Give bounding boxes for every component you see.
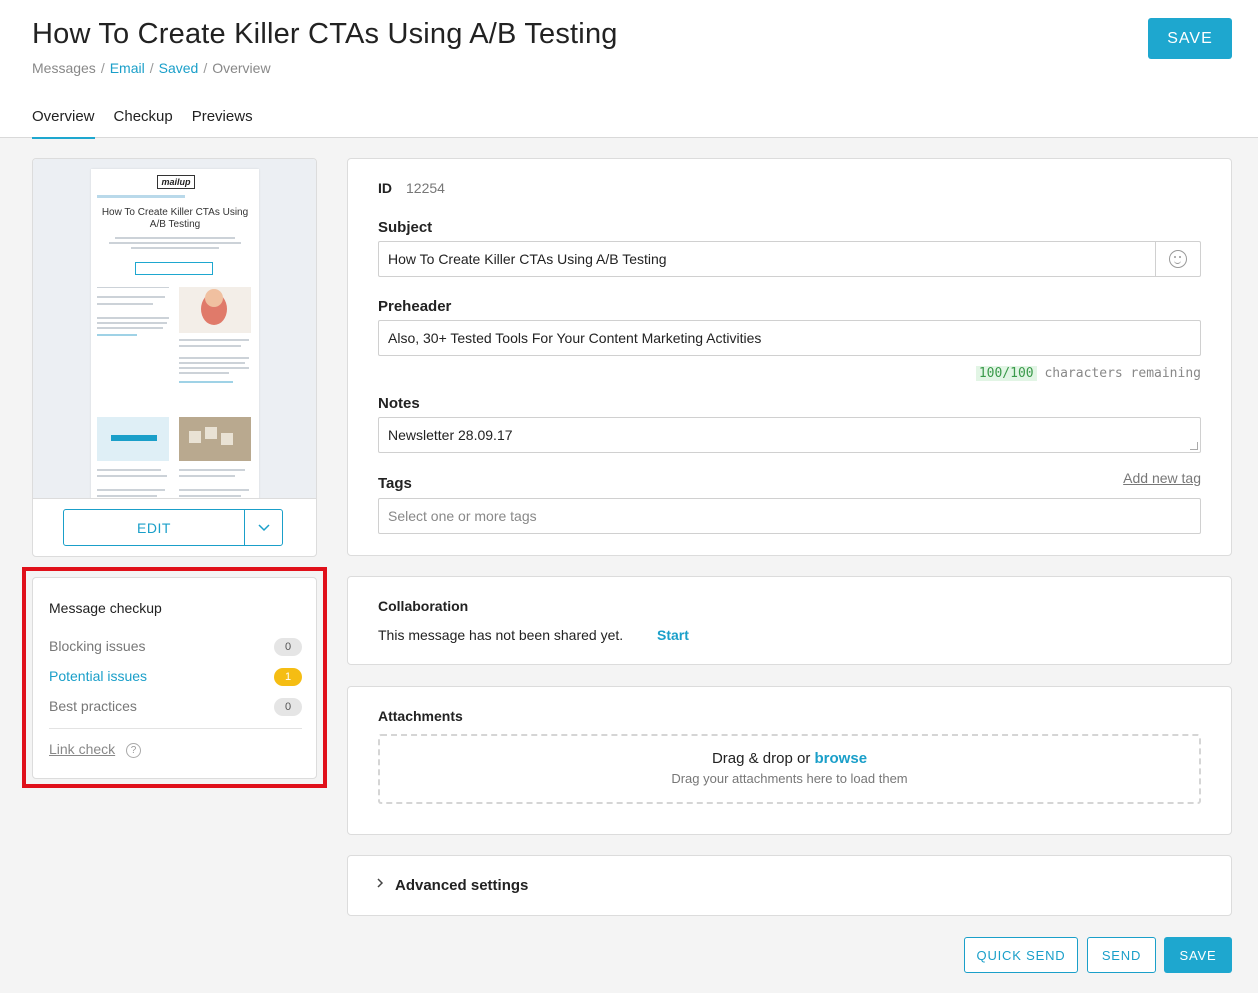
preview-cta-icon <box>135 262 213 275</box>
attachments-card: Attachments Drag & drop or browse Drag y… <box>347 686 1232 835</box>
preview-card: mailup How To Create Killer CTAs Using A… <box>32 158 317 557</box>
dropzone-main-text: Drag & drop or browse <box>380 750 1199 767</box>
edit-dropdown-button[interactable] <box>244 509 283 546</box>
chevron-down-icon <box>257 524 270 532</box>
id-label: ID <box>378 180 392 196</box>
subject-field[interactable]: How To Create Killer CTAs Using A/B Test… <box>378 241 1201 277</box>
browse-link[interactable]: browse <box>815 750 868 767</box>
email-preview-thumbnail[interactable]: mailup How To Create Killer CTAs Using A… <box>33 159 316 499</box>
warning-badge: 1 <box>274 668 302 686</box>
emoji-picker-button[interactable] <box>1155 242 1200 276</box>
tab-checkup[interactable]: Checkup <box>114 108 173 139</box>
leadsbridge-logo-icon <box>97 417 169 461</box>
collaboration-title: Collaboration <box>378 598 469 614</box>
breadcrumb-separator: / <box>149 60 154 76</box>
page-title: How To Create Killer CTAs Using A/B Test… <box>32 18 618 50</box>
start-collaboration-link[interactable]: Start <box>657 627 689 643</box>
characters-text: characters remaining <box>1044 366 1201 381</box>
breadcrumb-email[interactable]: Email <box>110 60 145 76</box>
divider <box>49 728 302 729</box>
tags-label: Tags <box>378 475 412 492</box>
checkup-title: Message checkup <box>49 600 162 616</box>
breadcrumb-overview: Overview <box>212 60 271 76</box>
notes-label: Notes <box>378 395 420 412</box>
checkup-item-label: Blocking issues <box>49 638 146 654</box>
advanced-settings-label: Advanced settings <box>395 877 529 894</box>
edit-button[interactable]: EDIT <box>63 509 245 546</box>
smiley-icon <box>1169 250 1187 268</box>
add-new-tag-link[interactable]: Add new tag <box>1123 470 1201 486</box>
checkup-potential-issues[interactable]: Potential issues 1 <box>49 666 302 688</box>
breadcrumb-saved[interactable]: Saved <box>159 60 199 76</box>
notes-textarea[interactable]: Newsletter 28.09.17 <box>378 417 1201 453</box>
tab-overview[interactable]: Overview <box>32 108 95 139</box>
attachments-title: Attachments <box>378 708 463 724</box>
message-checkup-panel: Message checkup Blocking issues 0 Potent… <box>32 577 317 779</box>
message-details-card: ID 12254 Subject How To Create Killer CT… <box>347 158 1232 556</box>
tags-placeholder: Select one or more tags <box>388 508 537 524</box>
save-button-bottom[interactable]: SAVE <box>1164 937 1232 973</box>
tab-previews[interactable]: Previews <box>192 108 253 139</box>
dropzone-text: Drag & drop or <box>711 750 811 767</box>
subject-value: How To Create Killer CTAs Using A/B Test… <box>388 251 667 267</box>
collaboration-status: This message has not been shared yet. <box>378 627 624 643</box>
checkup-best-practices[interactable]: Best practices 0 <box>49 696 302 718</box>
advanced-settings-toggle[interactable]: Advanced settings <box>347 855 1232 916</box>
preview-photo-icon <box>179 287 251 333</box>
collaboration-card: Collaboration This message has not been … <box>347 576 1232 665</box>
count-badge: 0 <box>274 698 302 716</box>
attachment-dropzone[interactable]: Drag & drop or browse Drag your attachme… <box>378 734 1201 804</box>
id-value: 12254 <box>406 180 445 196</box>
send-button[interactable]: SEND <box>1087 937 1156 973</box>
tags-select[interactable]: Select one or more tags <box>378 498 1201 534</box>
mailup-logo-icon: mailup <box>157 175 195 189</box>
breadcrumb-messages[interactable]: Messages <box>32 60 96 76</box>
preview-tiles-icon <box>179 417 251 461</box>
quick-send-button[interactable]: QUICK SEND <box>964 937 1078 973</box>
resize-handle-icon[interactable] <box>1190 442 1198 450</box>
subject-label: Subject <box>378 219 433 236</box>
help-icon[interactable]: ? <box>126 743 141 758</box>
save-button-top[interactable]: SAVE <box>1148 18 1232 59</box>
breadcrumb-separator: / <box>203 60 208 76</box>
checkup-item-label: Potential issues <box>49 668 148 684</box>
count-badge: 0 <box>274 638 302 656</box>
breadcrumb-separator: / <box>100 60 105 76</box>
tab-bar: Overview Checkup Previews <box>32 108 272 139</box>
dropzone-subtext: Drag your attachments here to load them <box>671 771 908 786</box>
characters-count: 100/100 <box>975 366 1037 381</box>
notes-value: Newsletter 28.09.17 <box>388 427 513 443</box>
link-check-link[interactable]: Link check <box>49 741 115 757</box>
checkup-item-label: Best practices <box>49 698 137 714</box>
characters-remaining: 100/100 characters remaining <box>975 366 1201 381</box>
checkup-blocking-issues[interactable]: Blocking issues 0 <box>49 636 302 658</box>
preview-heading: How To Create Killer CTAs Using A/B Test… <box>101 207 249 230</box>
preheader-label: Preheader <box>378 298 452 315</box>
preheader-field[interactable]: Also, 30+ Tested Tools For Your Content … <box>378 320 1201 356</box>
page-header: How To Create Killer CTAs Using A/B Test… <box>0 0 1258 139</box>
preheader-value: Also, 30+ Tested Tools For Your Content … <box>388 330 762 346</box>
breadcrumb: Messages / Email / Saved / Overview <box>32 60 271 76</box>
chevron-right-icon <box>376 877 384 892</box>
email-thumbnail-page: mailup How To Create Killer CTAs Using A… <box>91 169 259 498</box>
